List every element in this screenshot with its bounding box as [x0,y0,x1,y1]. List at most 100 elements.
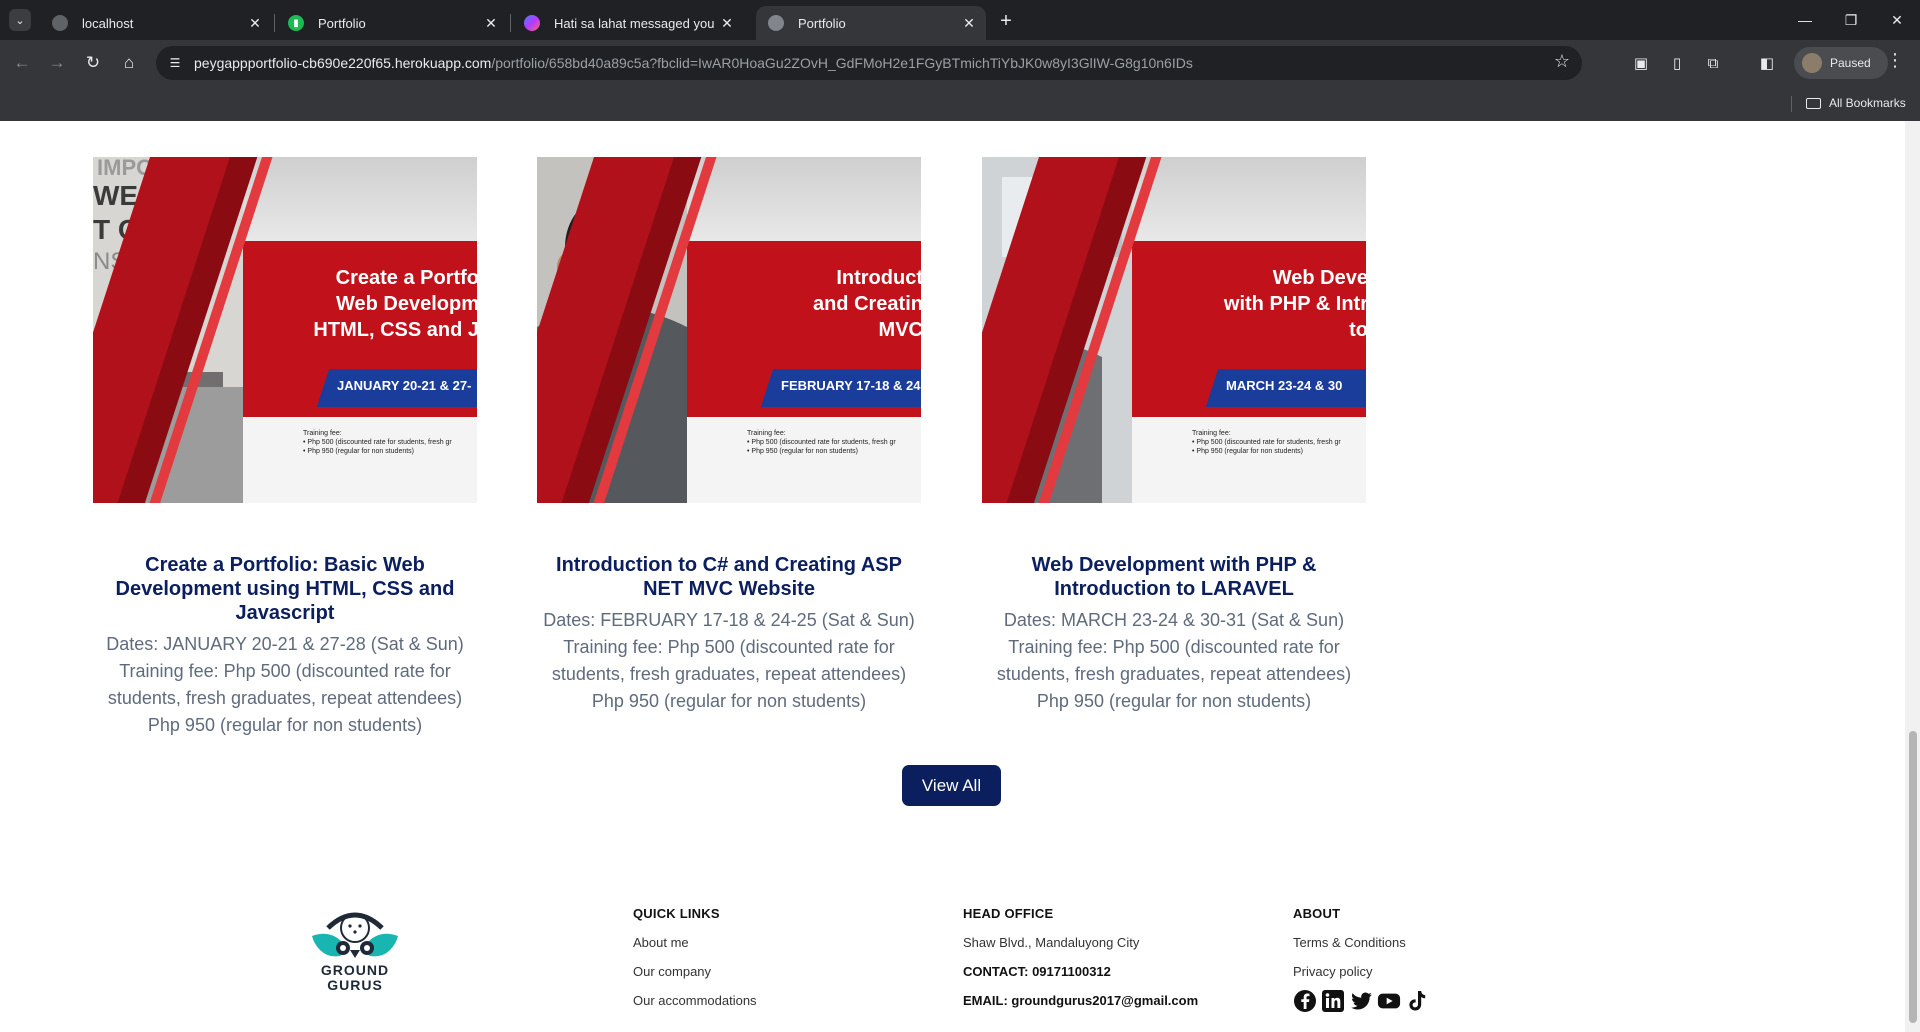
course-details: Dates: JANUARY 20-21 & 27-28 (Sat & Sun)… [93,631,477,739]
youtube-icon[interactable] [1377,989,1401,1013]
phone-icon[interactable]: ▯ [1664,50,1690,76]
tab-title: Hati sa lahat messaged you [554,15,715,31]
course-fee-discounted: Training fee: Php 500 (discounted rate f… [107,661,463,708]
poster-date: FEBRUARY 17-18 & 24 [781,378,921,393]
poster-heading: Web Deve with PHP & Intr to [1223,267,1366,341]
course-dates: Dates: JANUARY 20-21 & 27-28 (Sat & Sun) [106,634,464,654]
restore-button[interactable]: ❐ [1828,0,1874,40]
close-icon[interactable]: ✕ [960,14,978,32]
tab-search-button[interactable]: ⌄ [9,9,31,31]
our-company-link[interactable]: Our company [633,964,757,979]
course-poster: IMPO WESOM T CREA NSP Create a Portfo We… [93,157,477,503]
logo-text: GROUND GURUS [320,962,390,993]
site-info-icon[interactable]: ☰ [166,54,184,72]
all-bookmarks-label: All Bookmarks [1829,96,1906,110]
close-icon[interactable]: ✕ [246,14,264,32]
messenger-icon [524,15,540,31]
office-email[interactable]: EMAIL: groundgurus2017@gmail.com [963,993,1198,1008]
page-content: IMPO WESOM T CREA NSP Create a Portfo We… [0,121,1905,1032]
office-address: Shaw Blvd., Mandaluyong City [963,935,1140,950]
browser-chrome: ⌄ localhost ✕ ▮ Portfolio ✕ Hati sa laha… [0,0,1920,121]
poster-date: MARCH 23-24 & 30 [1226,378,1343,393]
home-button[interactable]: ⌂ [114,48,144,78]
avatar [1802,53,1822,73]
our-accommodations-link[interactable]: Our accommodations [633,993,757,1008]
about-column: ABOUT Terms & Conditions Privacy policy [1293,906,1433,1013]
facebook-icon[interactable] [1293,989,1317,1013]
back-button[interactable]: ← [7,48,37,78]
office-contact: CONTACT: 09171100312 [963,964,1111,979]
linkedin-icon[interactable] [1321,989,1345,1013]
course-fee-discounted: Training fee: Php 500 (discounted rate f… [551,637,907,684]
terms-link[interactable]: Terms & Conditions [1293,935,1433,950]
view-all-button[interactable]: View All [902,765,1001,806]
poster-fee: Training fee: • Php 500 (discounted rate… [1192,430,1341,455]
tab-portfolio-1[interactable]: ▮ Portfolio ✕ [276,6,508,40]
tab-title: localhost [82,15,134,31]
forward-button[interactable]: → [42,48,72,78]
extensions-puzzle-icon[interactable]: ⧉ [1700,50,1726,76]
reload-button[interactable]: ↻ [78,48,108,78]
close-icon[interactable]: ✕ [482,14,500,32]
folder-icon [1806,97,1821,109]
course-fee-regular: Php 950 (regular for non students) [1036,691,1312,711]
url-path: /portfolio/658bd40a89c5a?fbclid=IwAR0Hoa… [491,55,1193,71]
extension-icon[interactable]: ▣ [1628,50,1654,76]
globe-icon [768,15,784,31]
course-details: Dates: MARCH 23-24 & 30-31 (Sat & Sun) T… [982,607,1366,715]
course-details: Dates: FEBRUARY 17-18 & 24-25 (Sat & Sun… [537,607,921,715]
course-fee-discounted: Training fee: Php 500 (discounted rate f… [996,637,1352,684]
poster-heading: Create a Portfo Web Developm HTML, CSS a… [313,267,477,341]
profile-status: Paused [1830,56,1871,70]
more-menu-icon[interactable]: ⋮ [1886,50,1904,71]
course-fee-regular: Php 950 (regular for non students) [591,691,867,711]
side-panel-icon[interactable]: ◧ [1754,50,1780,76]
tiktok-icon[interactable] [1405,989,1429,1013]
new-tab-button[interactable]: + [994,9,1018,33]
poster-heading: Introduct and Creatin MVC [812,267,921,341]
tab-title: Portfolio [318,15,366,31]
tab-messenger[interactable]: Hati sa lahat messaged you ✕ [512,6,744,40]
head-office-column: HEAD OFFICE Shaw Blvd., Mandaluyong City… [963,906,1198,1008]
course-title[interactable]: Introduction to C# and Creating ASP NET … [537,553,921,601]
leaf-icon: ▮ [288,15,304,31]
course-title[interactable]: Create a Portfolio: Basic Web Developmen… [93,553,477,625]
course-fee-regular: Php 950 (regular for non students) [147,715,423,735]
tab-portfolio-active[interactable]: Portfolio ✕ [756,6,986,40]
bookmark-star-icon[interactable]: ☆ [1554,51,1570,72]
course-poster: Web Deve with PHP & Intr to MARCH 23-24 … [982,157,1366,503]
course-title[interactable]: Web Development with PHP & Introduction … [982,553,1366,601]
page-scrollbar[interactable] [1905,121,1920,1032]
scrollbar-thumb[interactable] [1909,731,1917,1023]
course-card[interactable]: Introduct and Creatin MVC FEBRUARY 17-18… [537,157,921,715]
browser-toolbar: ← → ↻ ⌂ ☰ peygappportfolio-cb690e220f65.… [0,40,1920,86]
about-me-link[interactable]: About me [633,935,757,950]
tab-localhost[interactable]: localhost ✕ [40,6,272,40]
head-office-heading: HEAD OFFICE [963,906,1054,921]
course-card[interactable]: IMPO WESOM T CREA NSP Create a Portfo We… [93,157,477,739]
social-links [1293,989,1433,1013]
quick-links-column: QUICK LINKS About me Our company Our acc… [633,906,757,1008]
tab-strip: ⌄ localhost ✕ ▮ Portfolio ✕ Hati sa laha… [0,0,1920,40]
about-heading: ABOUT [1293,906,1341,921]
course-card[interactable]: Web Deve with PHP & Intr to MARCH 23-24 … [982,157,1366,715]
window-close-button[interactable]: ✕ [1874,0,1920,40]
address-bar[interactable]: ☰ peygappportfolio-cb690e220f65.herokuap… [156,46,1582,80]
globe-icon [52,15,68,31]
profile-button[interactable]: Paused [1794,47,1888,79]
quick-links-heading: QUICK LINKS [633,906,720,921]
course-dates: Dates: MARCH 23-24 & 30-31 (Sat & Sun) [1003,610,1345,630]
poster-fee: Training fee: • Php 500 (discounted rate… [303,430,452,455]
poster-fee: Training fee: • Php 500 (discounted rate… [747,430,896,455]
poster-date: JANUARY 20-21 & 27- [337,378,472,393]
url-host: peygappportfolio-cb690e220f65.herokuapp.… [194,55,492,71]
all-bookmarks-button[interactable]: All Bookmarks [1806,92,1906,114]
tab-title: Portfolio [798,15,846,31]
privacy-link[interactable]: Privacy policy [1293,964,1433,979]
course-poster: Introduct and Creatin MVC FEBRUARY 17-18… [537,157,921,503]
close-icon[interactable]: ✕ [718,14,736,32]
url-text[interactable]: peygappportfolio-cb690e220f65.herokuapp.… [194,55,1193,71]
course-dates: Dates: FEBRUARY 17-18 & 24-25 (Sat & Sun… [543,610,915,630]
twitter-icon[interactable] [1349,989,1373,1013]
minimize-button[interactable]: — [1782,0,1828,40]
